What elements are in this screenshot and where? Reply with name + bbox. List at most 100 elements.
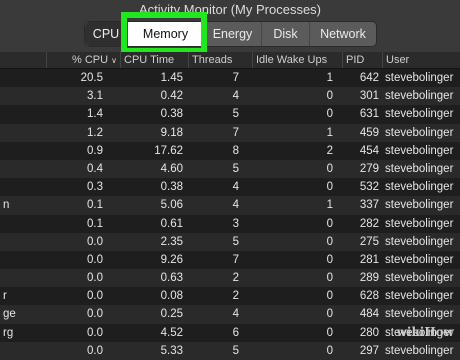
cpu-cell: 0.3: [87, 181, 103, 194]
user-cell: stevebolinger: [385, 144, 454, 157]
column-header-process-name[interactable]: [0, 52, 46, 68]
table-row[interactable]: 3.1 0.42 4 0 301 stevebolinger: [0, 87, 460, 106]
pid-cell: 297: [359, 344, 379, 357]
user-cell: stevebolinger: [385, 181, 454, 194]
table-row[interactable]: 0.9 17.62 8 2 454 stevebolinger: [0, 141, 460, 160]
table-row[interactable]: 0.4 4.60 5 0 279 stevebolinger: [0, 159, 460, 179]
pid-cell: 280: [359, 326, 379, 339]
column-header-pid[interactable]: PID: [342, 52, 382, 68]
cpu-time-cell: 5.06: [160, 199, 183, 212]
pid-cell: 532: [359, 181, 379, 194]
threads-cell: 5: [232, 235, 239, 248]
cpu-cell: 0.0: [87, 326, 103, 339]
cpu-cell: 0.1: [87, 199, 103, 212]
user-cell: stevebolinger: [385, 162, 454, 175]
idle-wake-ups-cell: 0: [326, 308, 333, 321]
column-header-idle-wake-ups[interactable]: Idle Wake Ups: [252, 52, 336, 68]
tab-disk[interactable]: Disk: [262, 22, 310, 46]
table-header: % CPU ∨ CPU Time Threads Idle Wake Ups P…: [0, 52, 460, 69]
threads-cell: 6: [232, 326, 239, 339]
threads-cell: 4: [232, 199, 239, 212]
table-row[interactable]: 20.5 1.45 7 1 642 stevebolinger: [0, 69, 460, 88]
user-cell: stevebolinger: [385, 108, 454, 121]
user-cell: stevebolinger: [385, 308, 454, 321]
idle-wake-ups-cell: 0: [326, 162, 333, 175]
threads-cell: 2: [232, 290, 239, 303]
idle-wake-ups-cell: 1: [326, 199, 333, 212]
cpu-time-cell: 4.60: [160, 162, 183, 175]
pid-cell: 281: [359, 253, 379, 266]
user-cell: stevebolinger: [385, 199, 454, 212]
cpu-time-cell: 0.61: [160, 217, 183, 230]
cpu-time-cell: 1.45: [160, 72, 183, 84]
cpu-time-cell: 0.25: [160, 308, 183, 321]
idle-wake-ups-cell: 0: [326, 235, 333, 248]
table-row[interactable]: 0.3 0.38 4 0 532 stevebolinger: [0, 178, 460, 197]
process-name: [0, 105, 46, 123]
threads-cell: 7: [232, 126, 239, 139]
process-name: r: [3, 290, 7, 303]
process-name: [0, 87, 46, 105]
idle-wake-ups-cell: 2: [326, 144, 333, 157]
process-name: [0, 215, 46, 233]
table-row[interactable]: 0.1 0.61 3 0 282 stevebolinger: [0, 214, 460, 233]
column-header-cpu-time[interactable]: CPU Time: [120, 52, 186, 68]
user-cell: stevebolinger: [385, 217, 454, 230]
user-cell: stevebolinger: [385, 272, 454, 285]
table-row[interactable]: 1.4 0.38 5 0 631 stevebolinger: [0, 105, 460, 124]
table-row[interactable]: n 0.1 5.06 4 1 337 stevebolinger: [0, 196, 460, 215]
tab-network[interactable]: Network: [310, 22, 376, 46]
pid-cell: 631: [359, 108, 379, 121]
threads-cell: 4: [232, 308, 239, 321]
cpu-cell: 3.1: [87, 90, 103, 103]
threads-cell: 7: [232, 72, 239, 84]
cpu-cell: 20.5: [80, 72, 103, 84]
cpu-cell: 0.0: [87, 272, 103, 285]
cpu-time-cell: 9.18: [160, 126, 183, 139]
idle-wake-ups-cell: 0: [326, 326, 333, 339]
tab-energy[interactable]: Energy: [204, 22, 262, 46]
pid-cell: 454: [359, 144, 379, 157]
table-row[interactable]: 0.0 9.26 7 0 281 stevebolinger: [0, 250, 460, 270]
cpu-time-cell: 9.26: [160, 253, 183, 266]
threads-cell: 7: [232, 253, 239, 266]
process-name: [0, 160, 46, 178]
cpu-cell: 0.4: [87, 162, 103, 175]
cpu-time-cell: 0.38: [160, 181, 183, 194]
table-row[interactable]: 0.0 0.63 2 0 289 stevebolinger: [0, 269, 460, 288]
threads-cell: 8: [232, 144, 239, 157]
process-name: [0, 269, 46, 287]
threads-cell: 4: [232, 181, 239, 194]
cpu-time-cell: 5.33: [160, 344, 183, 357]
cpu-cell: 0.0: [87, 290, 103, 303]
pid-cell: 275: [359, 235, 379, 248]
column-header-cpu[interactable]: % CPU ∨: [46, 52, 120, 68]
cpu-time-cell: 0.38: [160, 108, 183, 121]
cpu-time-cell: 0.08: [160, 290, 183, 303]
process-name: [0, 342, 46, 360]
threads-cell: 5: [232, 108, 239, 121]
user-cell: stevebolinger: [385, 253, 454, 266]
cpu-cell: 0.0: [87, 235, 103, 248]
cpu-time-cell: 4.52: [160, 326, 183, 339]
idle-wake-ups-cell: 0: [326, 344, 333, 357]
column-header-user[interactable]: User: [382, 52, 460, 68]
idle-wake-ups-cell: 0: [326, 90, 333, 103]
idle-wake-ups-cell: 0: [326, 217, 333, 230]
idle-wake-ups-cell: 0: [326, 272, 333, 285]
pid-cell: 289: [359, 272, 379, 285]
threads-cell: 3: [232, 217, 239, 230]
table-row[interactable]: 0.0 2.35 5 0 275 stevebolinger: [0, 232, 460, 251]
process-name: ge: [3, 308, 16, 321]
cpu-cell: 0.0: [87, 344, 103, 357]
table-row[interactable]: ge 0.0 0.25 4 0 484 stevebolinger: [0, 305, 460, 324]
table-row[interactable]: rg 0.0 4.52 6 0 280 stevebolinger: [0, 323, 460, 342]
cpu-time-cell: 17.62: [154, 144, 183, 157]
toolbar: Activity Monitor (My Processes) CPU Memo…: [0, 0, 460, 53]
threads-cell: 4: [232, 90, 239, 103]
table-row[interactable]: r 0.0 0.08 2 0 628 stevebolinger: [0, 287, 460, 306]
table-row[interactable]: 1.2 9.18 7 1 459 stevebolinger: [0, 123, 460, 142]
column-header-threads[interactable]: Threads: [188, 52, 242, 68]
table-row[interactable]: 0.0 5.33 5 0 297 stevebolinger: [0, 341, 460, 360]
pid-cell: 459: [359, 126, 379, 139]
